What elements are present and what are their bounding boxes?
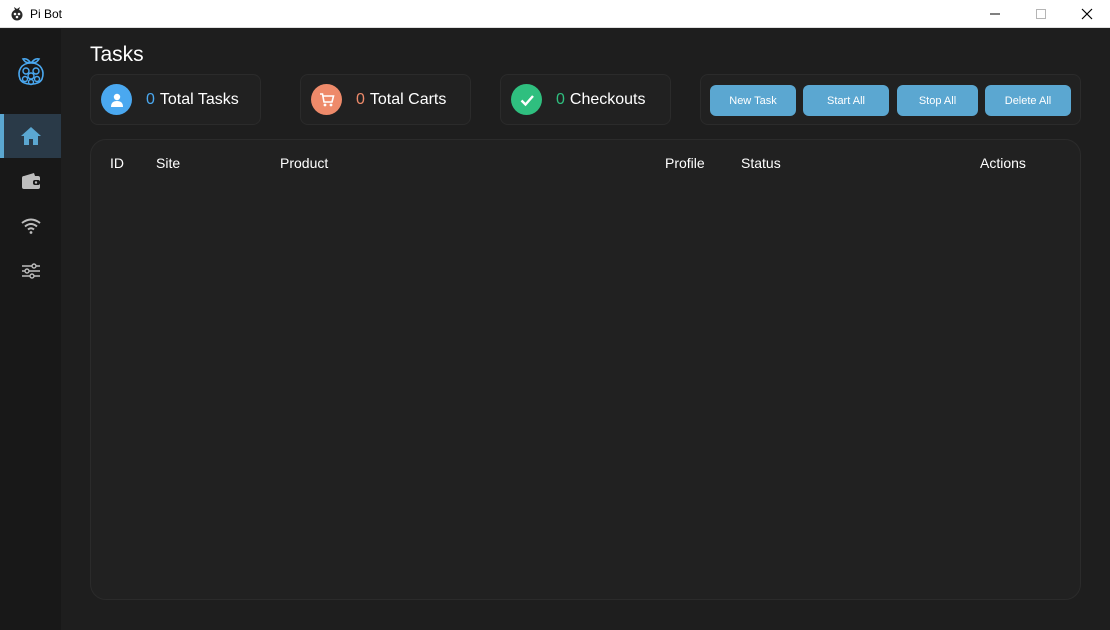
sidebar-item-wallet[interactable] xyxy=(0,159,61,203)
column-header-profile: Profile xyxy=(665,155,705,171)
column-header-actions: Actions xyxy=(980,155,1026,171)
raspberry-logo-icon xyxy=(15,55,47,89)
new-task-button[interactable]: New Task xyxy=(710,85,796,116)
start-all-button[interactable]: Start All xyxy=(803,85,889,116)
total-carts-card: 0 Total Carts xyxy=(300,74,471,125)
user-icon xyxy=(101,84,132,115)
stop-all-button[interactable]: Stop All xyxy=(897,85,978,116)
total-carts-stat: 0 Total Carts xyxy=(356,91,446,109)
close-button[interactable] xyxy=(1064,0,1110,28)
total-carts-label: Total Carts xyxy=(369,91,447,108)
checkouts-count: 0 xyxy=(556,91,565,108)
window-titlebar: Pi Bot xyxy=(0,0,1110,28)
total-tasks-card: 0 Total Tasks xyxy=(90,74,261,125)
column-header-status: Status xyxy=(741,155,781,171)
maximize-icon xyxy=(1036,9,1046,19)
sidebar-item-settings[interactable] xyxy=(0,249,61,293)
delete-all-button[interactable]: Delete All xyxy=(985,85,1071,116)
sidebar-item-proxies[interactable] xyxy=(0,204,61,248)
sidebar xyxy=(0,29,61,630)
sidebar-item-home[interactable] xyxy=(0,114,61,158)
wifi-icon xyxy=(20,218,41,234)
total-carts-count: 0 xyxy=(356,91,365,108)
window-title: Pi Bot xyxy=(30,7,63,21)
tasks-table: ID Site Product Profile Status Actions xyxy=(90,139,1081,600)
raspberry-app-icon xyxy=(10,6,24,22)
sliders-icon xyxy=(21,263,40,279)
page-title: Tasks xyxy=(90,43,144,66)
column-header-site: Site xyxy=(156,155,181,171)
checkouts-card: 0 Checkouts xyxy=(500,74,671,125)
maximize-button[interactable] xyxy=(1018,0,1064,28)
task-actions-bar: New Task Start All Stop All Delete All xyxy=(700,74,1081,125)
total-tasks-count: 0 xyxy=(146,91,155,108)
main-content: Tasks 0 Total Tasks 0 Total Carts 0 Chec… xyxy=(61,29,1110,630)
checkouts-stat: 0 Checkouts xyxy=(556,91,646,109)
close-icon xyxy=(1081,8,1093,20)
column-header-id: ID xyxy=(110,155,124,171)
minimize-button[interactable] xyxy=(972,0,1018,28)
check-icon xyxy=(511,84,542,115)
total-tasks-label: Total Tasks xyxy=(159,91,239,108)
cart-icon xyxy=(311,84,342,115)
minimize-icon xyxy=(990,13,1000,15)
wallet-icon xyxy=(21,173,40,189)
home-icon xyxy=(20,127,41,145)
total-tasks-stat: 0 Total Tasks xyxy=(146,91,239,109)
column-header-product: Product xyxy=(280,155,329,171)
checkouts-label: Checkouts xyxy=(569,91,646,108)
